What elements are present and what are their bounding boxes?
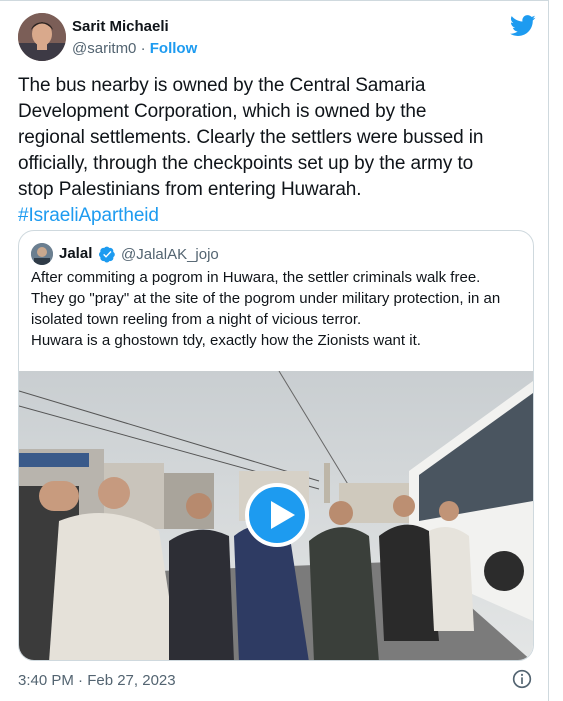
quoted-text: After commiting a pogrom in Huwara, the … <box>31 267 531 351</box>
quoted-author-name[interactable]: Jalal <box>59 245 92 262</box>
video-media[interactable] <box>19 371 533 660</box>
tweet-timestamp[interactable]: 3:40 PM · Feb 27, 2023 <box>18 672 176 689</box>
tweet-line: regional settlements. Clearly the settle… <box>18 127 484 148</box>
hashtag-link[interactable]: #IsraeliApartheid <box>18 203 538 229</box>
twitter-bird-icon[interactable] <box>510 15 536 37</box>
verified-badge-icon <box>99 246 115 263</box>
play-icon <box>271 501 295 529</box>
quoted-line: After commiting a pogrom in Huwara, the … <box>31 269 481 286</box>
author-handle-row: @saritm0 · Follow <box>72 40 197 57</box>
tweet-text: The bus nearby is owned by the Central S… <box>18 73 538 229</box>
quoted-line: isolated town reeling from a night of vi… <box>31 311 362 328</box>
tweet-card: Sarit Michaeli @saritm0 · Follow The bus… <box>0 0 549 701</box>
quoted-tweet[interactable]: Jalal @JalalAK_jojo After commiting a po… <box>18 230 534 661</box>
follow-button[interactable]: Follow <box>150 40 198 57</box>
separator-dot: · <box>140 40 146 57</box>
quoted-author-avatar[interactable] <box>31 243 53 265</box>
author-name[interactable]: Sarit Michaeli <box>72 18 169 35</box>
tweet-line: officially, through the checkpoints set … <box>18 153 474 174</box>
quoted-author-handle[interactable]: @JalalAK_jojo <box>121 246 219 263</box>
tweet-line: The bus nearby is owned by the Central S… <box>18 75 426 96</box>
info-icon[interactable] <box>512 669 532 689</box>
quoted-line: They go "pray" at the site of the pogrom… <box>31 290 501 307</box>
quoted-line: Huwara is a ghostown tdy, exactly how th… <box>31 332 421 349</box>
tweet-line: Development Corporation, which is owned … <box>18 101 427 122</box>
tweet-line: stop Palestinians from entering Huwarah. <box>18 179 362 200</box>
author-avatar[interactable] <box>18 13 66 61</box>
author-handle[interactable]: @saritm0 <box>72 40 136 57</box>
play-button[interactable] <box>245 483 309 547</box>
